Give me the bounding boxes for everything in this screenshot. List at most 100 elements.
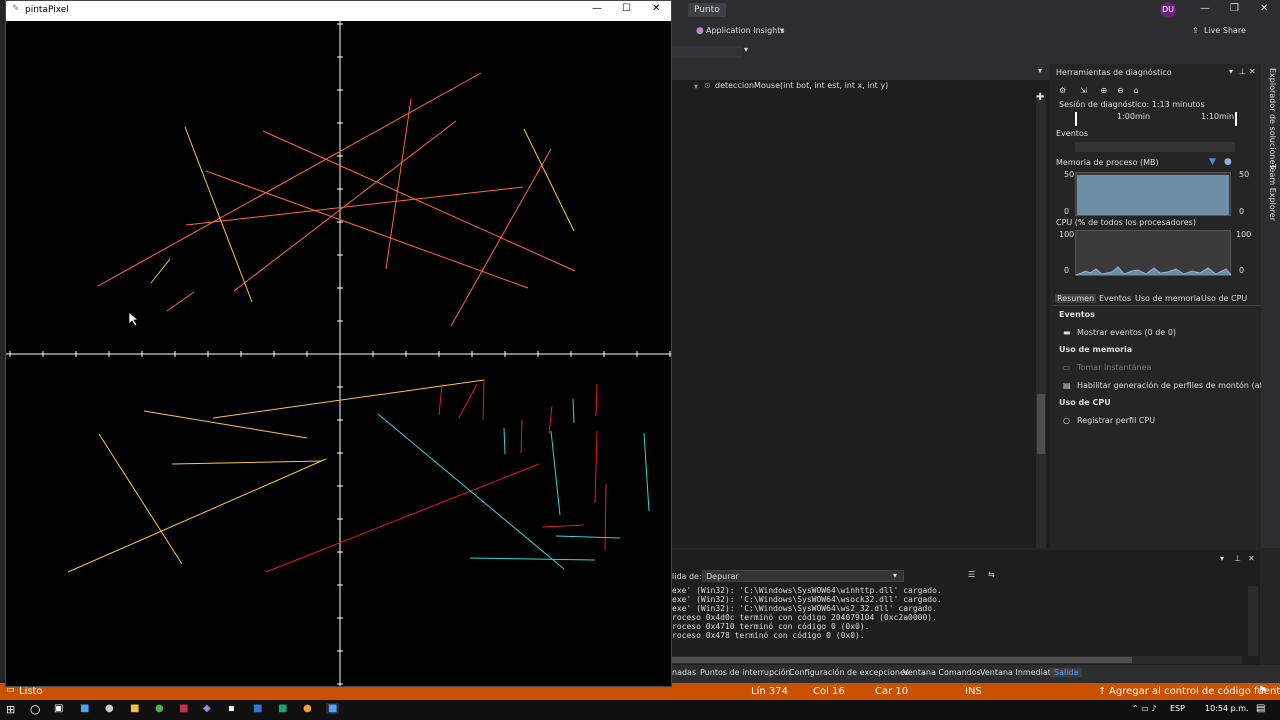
drawn-line (212, 379, 485, 419)
memory-section-label[interactable]: Memoria de proceso (MB) (1056, 158, 1159, 167)
output-source-select[interactable]: Depurar ▾ (702, 570, 904, 582)
output-h-scrollbar[interactable] (672, 656, 1242, 664)
tab-summary[interactable]: Resumen (1055, 294, 1097, 303)
tab-immediate-window[interactable]: Ventana Inmediato (980, 668, 1056, 677)
tab-events[interactable]: Eventos (1099, 294, 1131, 303)
cpu-section-label[interactable]: CPU (% de todos los procesadores) (1056, 218, 1196, 227)
action-center-icon[interactable]: ▤ (1256, 703, 1265, 714)
drawn-line (233, 120, 457, 292)
drawing-canvas[interactable] (6, 21, 671, 686)
filter-icon[interactable]: ▼ (1209, 157, 1216, 167)
plus-icon[interactable]: ✚ (1036, 92, 1044, 103)
editor-nav-bar: ▾ (672, 64, 1050, 80)
gear-icon[interactable]: ⚙ (1059, 86, 1066, 95)
word-icon[interactable]: ■ (253, 703, 262, 714)
drawn-line (377, 413, 565, 570)
add-to-source-control-button[interactable]: Agregar al control de código fuente (1109, 686, 1280, 697)
notifications-icon[interactable]: ⚑ (1258, 685, 1267, 696)
close-button[interactable]: ✕ (1260, 3, 1268, 14)
zoom-in-icon[interactable]: ⊕ (1101, 86, 1108, 95)
events-section-label[interactable]: Eventos (1056, 129, 1088, 138)
minimize-button[interactable]: — (1200, 3, 1210, 14)
cpu-sparkline (1075, 266, 1232, 276)
drawn-line (185, 186, 524, 226)
tab-cpu[interactable]: Uso de CPU (1201, 294, 1247, 303)
zoom-out-icon[interactable]: ⊖ (1117, 86, 1124, 95)
output-text[interactable]: exe' (Win32): 'C:\Windows\SysWOW64\winht… (672, 586, 1248, 650)
app-icon[interactable]: ■ (80, 703, 89, 714)
chevron-down-icon[interactable]: ▾ (1038, 66, 1042, 75)
chevron-down-icon[interactable]: ▾ (780, 26, 784, 35)
pin-icon[interactable]: ⊥ (1239, 67, 1246, 76)
team-explorer-tab[interactable]: Team Explorer (1265, 164, 1277, 244)
arrow-up-icon: ↑ (1098, 686, 1107, 697)
cpu-min-right: 0 (1239, 266, 1245, 275)
tab-breakpoints[interactable]: Puntos de interrupción (700, 668, 791, 677)
tab-memory[interactable]: Uso de memoria (1135, 294, 1201, 303)
heap-profile-checkbox[interactable]: Habilitar generación de perfiles de mont… (1077, 381, 1275, 390)
user-avatar[interactable]: DU (1160, 2, 1176, 18)
app-icon[interactable]: ■ (179, 703, 188, 714)
solution-title-tab[interactable]: Punto (688, 3, 726, 17)
method-dropdown[interactable]: deteccionMouse(int bot, int est, int x, … (715, 81, 888, 90)
export-icon[interactable]: ⇲ (1080, 86, 1087, 95)
close-icon[interactable]: ✕ (1249, 67, 1256, 76)
close-button[interactable]: ✕ (652, 3, 660, 14)
excel-icon[interactable]: ■ (278, 703, 287, 714)
scrollbar-thumb[interactable] (1037, 394, 1045, 454)
scrollbar-thumb[interactable] (672, 657, 1132, 663)
task-view-icon[interactable]: ▣ (54, 703, 63, 714)
tab-exception-settings[interactable]: Configuración de excepciones (789, 668, 909, 677)
chrome-icon[interactable]: ● (155, 703, 164, 714)
timeline-ruler[interactable]: 1:00min 1:10min (1075, 112, 1237, 126)
lightbulb-icon: ● (696, 26, 704, 36)
drawn-line (184, 126, 253, 303)
drawn-line (541, 524, 585, 528)
clock[interactable]: 10:54 p.m. (1205, 704, 1249, 713)
output-v-scrollbar[interactable] (1248, 586, 1258, 656)
app-icon[interactable]: ▪ (228, 703, 235, 714)
record-cpu-profile-button[interactable]: Registrar perfil CPU (1077, 416, 1155, 425)
maximize-button[interactable]: ☐ (622, 3, 631, 14)
solution-explorer-tab[interactable]: Explorador de soluciones (1265, 68, 1277, 169)
snapshot-dot-icon[interactable]: ● (1224, 157, 1232, 167)
clear-all-icon[interactable]: ☰ (968, 570, 975, 579)
chevron-down-icon[interactable]: ▾ (744, 45, 748, 54)
solution-config-dropdown[interactable] (672, 46, 742, 58)
chevron-down-icon[interactable]: ▾ (1220, 554, 1224, 563)
code-editor[interactable]: ▾ ⊙ deteccionMouse(int bot, int est, int… (672, 80, 1050, 548)
word-wrap-icon[interactable]: ⇆ (988, 570, 995, 579)
chevron-down-icon[interactable]: ▾ (694, 82, 698, 91)
drawn-line (166, 291, 195, 312)
editor-scrollbar[interactable] (1036, 94, 1046, 548)
language-indicator[interactable]: ESP (1170, 704, 1185, 713)
tab-commands-partial[interactable]: nadas (672, 668, 696, 677)
cortana-icon[interactable]: ○ (30, 702, 40, 716)
show-events-link[interactable]: Mostrar eventos (0 de 0) (1077, 328, 1176, 337)
chevron-down-icon[interactable]: ▾ (1229, 67, 1233, 76)
tab-output[interactable]: Salida (1050, 668, 1083, 677)
tab-command-window[interactable]: Ventana Comandos (903, 668, 981, 677)
maximize-button[interactable]: ❐ (1230, 3, 1239, 14)
show-output-from-label: lida de: (672, 572, 702, 581)
close-icon[interactable]: ✕ (1248, 554, 1255, 563)
pintapixel-taskbar-icon[interactable]: ■ (326, 703, 340, 714)
pintapixel-window: ✎ pintaPixel — ☐ ✕ (5, 0, 672, 687)
timeline-label: 1:00min (1117, 112, 1151, 121)
live-share-button[interactable]: Live Share (1204, 26, 1246, 35)
reset-zoom-icon[interactable]: ⌂ (1134, 86, 1139, 95)
file-explorer-icon[interactable]: ■ (130, 703, 139, 714)
start-icon[interactable]: ⊞ (6, 703, 15, 716)
application-insights-button[interactable]: Application Insights (706, 26, 785, 35)
status-line: Lín 374 (751, 686, 788, 697)
app-icon[interactable]: ● (105, 703, 114, 714)
output-panel: ▾ ⊥ ✕ lida de: Depurar ▾ ☰ ⇆ exe' (Win32… (672, 550, 1260, 665)
app-icon[interactable]: ● (303, 703, 312, 714)
visual-studio-icon[interactable]: ◆ (203, 703, 211, 714)
minimize-button[interactable]: — (592, 3, 602, 14)
drawn-line (555, 535, 621, 539)
pin-icon[interactable]: ⊥ (1234, 554, 1241, 563)
tray-icons[interactable]: ⌃ ▭ ♪ (1132, 704, 1156, 713)
diag-toolbar: ⚙ ⇲ ⊕ ⊖ ⌂ (1059, 82, 1139, 96)
take-snapshot-button[interactable]: Tomar instantánea (1077, 363, 1151, 372)
